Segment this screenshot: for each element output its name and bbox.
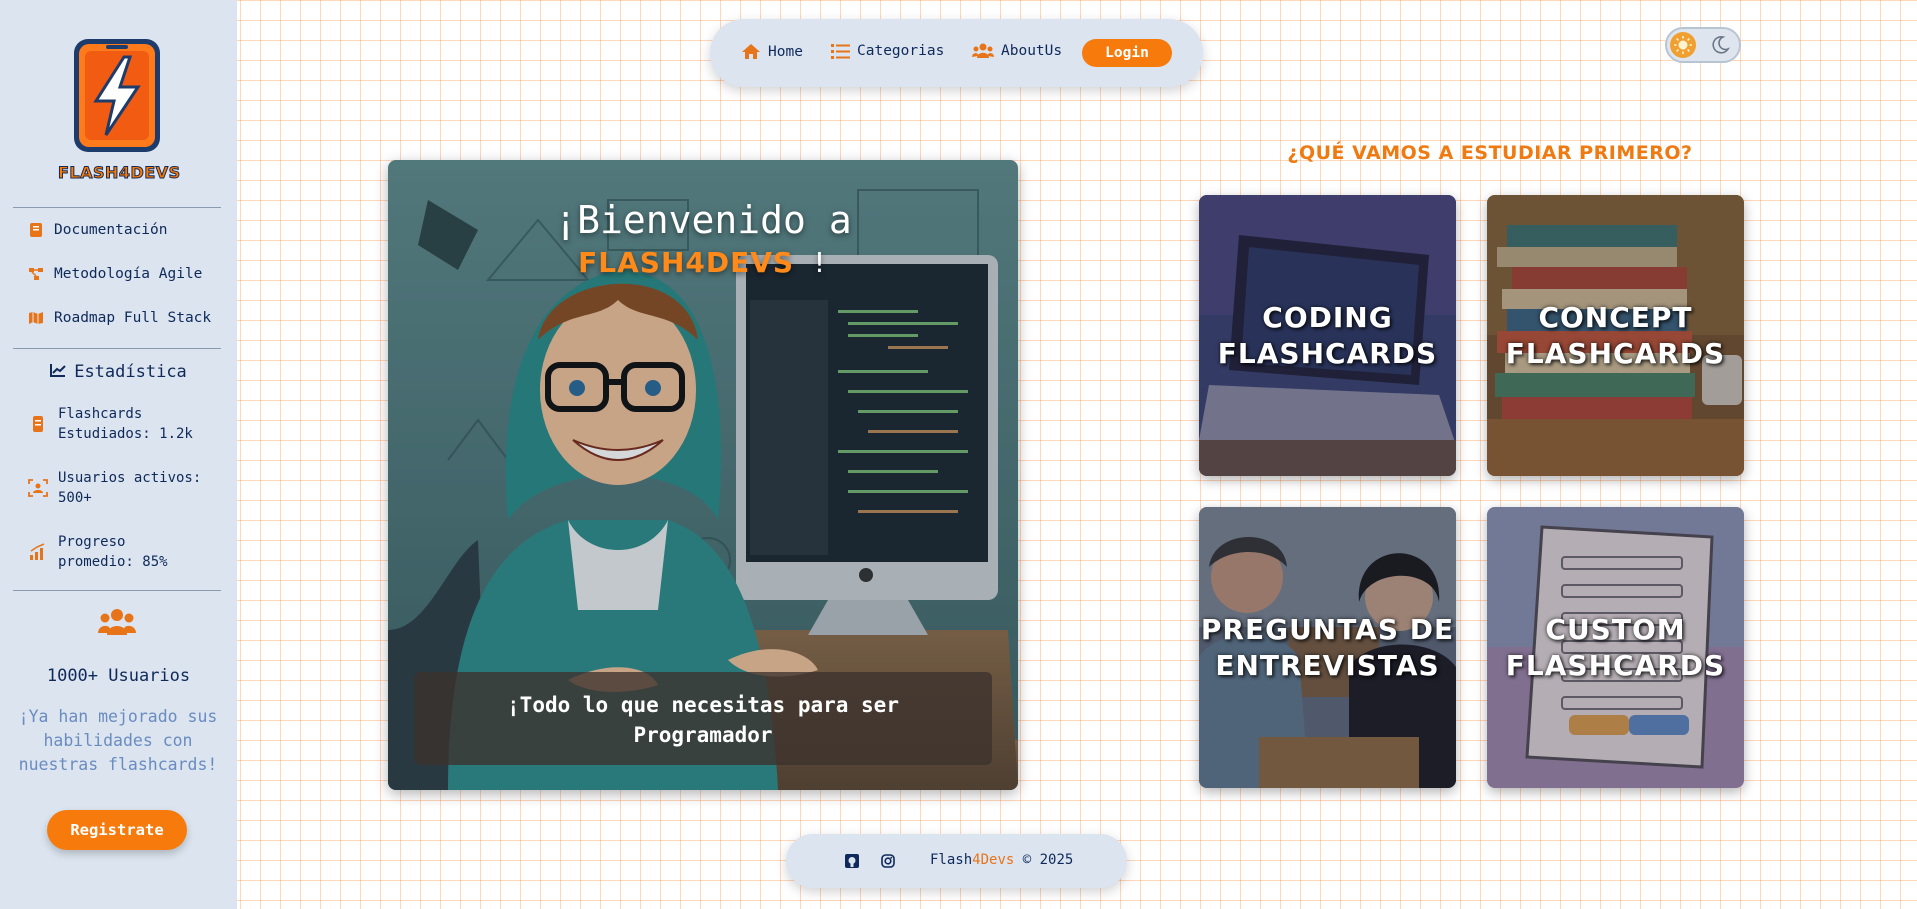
stat-flashcards: Flashcards Estudiados: 1.2k — [28, 404, 208, 444]
card-coding-flashcards[interactable]: CODING FLASHCARDS — [1199, 195, 1456, 476]
nav-categorias[interactable]: Categorias — [831, 43, 944, 59]
card-custom-flashcards[interactable]: CUSTOM FLASHCARDS — [1487, 507, 1744, 788]
sidebar-item-label: Documentación — [54, 222, 168, 238]
sun-icon — [1670, 32, 1696, 58]
hero-title: ¡Bienvenido a — [554, 198, 852, 242]
moon-icon — [1710, 35, 1730, 59]
sidebar-item-metodologia-agile[interactable]: Metodología Agile — [28, 266, 202, 282]
footer: Flash4Devs © 2025 — [786, 834, 1127, 888]
footer-copyright: Flash4Devs © 2025 — [930, 852, 1073, 868]
card-label: CONCEPT FLASHCARDS — [1505, 300, 1726, 370]
home-icon — [741, 43, 761, 60]
card-label: CUSTOM FLASHCARDS — [1505, 612, 1726, 682]
nav-home[interactable]: Home — [741, 43, 803, 60]
github-icon[interactable] — [845, 853, 859, 872]
stat-label: Usuarios activos: 500+ — [58, 470, 202, 506]
divider — [13, 207, 221, 208]
list-icon — [831, 43, 850, 59]
nav-aboutus[interactable]: AboutUs — [972, 43, 1062, 59]
logo-text: FLASH4DEVS — [58, 163, 181, 183]
hero-title-suffix: ! — [794, 246, 828, 279]
footer-brand-a: Flash — [930, 852, 973, 868]
sidebar: FLASH4DEVS Documentación Metodología Agi… — [0, 0, 237, 909]
users-message: ¡Ya han mejorado sus habilidades con nue… — [18, 707, 218, 774]
nav-home-label: Home — [768, 43, 803, 60]
register-button[interactable]: Registrate — [47, 810, 187, 850]
stats-title: Estadística — [74, 362, 187, 382]
workflow-icon — [28, 266, 44, 282]
stats-heading: Estadística — [0, 362, 237, 382]
map-icon — [28, 310, 44, 326]
app-logo[interactable]: FLASH4DEVS — [58, 35, 181, 185]
theme-toggle[interactable] — [1665, 27, 1741, 63]
users-scan-icon — [28, 479, 48, 497]
card-preguntas-entrevistas[interactable]: PREGUNTAS DE ENTREVISTAS — [1199, 507, 1456, 788]
sidebar-item-label: Roadmap Full Stack — [54, 310, 212, 326]
phone-lightning-logo-icon — [74, 39, 160, 152]
line-chart-icon — [50, 362, 66, 382]
nav-aboutus-label: AboutUs — [1001, 43, 1063, 59]
footer-year: © 2025 — [1014, 852, 1074, 868]
top-navbar: Home Categorias AboutUs Login — [710, 19, 1203, 87]
users-icon — [972, 43, 994, 59]
footer-brand-b: 4Devs — [972, 852, 1015, 868]
study-title: ¿QUÉ VAMOS A ESTUDIAR PRIMERO? — [1287, 142, 1693, 164]
cards-icon — [28, 415, 48, 433]
divider — [13, 590, 221, 591]
hero-subtitle-box: ¡Todo lo que necesitas para ser Programa… — [414, 672, 992, 765]
instagram-icon[interactable] — [881, 853, 895, 872]
bar-chart-icon — [28, 543, 48, 561]
card-concept-flashcards[interactable]: CONCEPT FLASHCARDS — [1487, 195, 1744, 476]
users-count: 1000+ Usuarios — [46, 666, 191, 686]
users-group-icon — [98, 608, 136, 640]
hero-brand: FLASH4DEVS — [578, 246, 795, 279]
nav-categorias-label: Categorias — [857, 43, 945, 59]
sidebar-item-label: Metodología Agile — [54, 266, 203, 282]
hero-banner: ¡Bienvenido a FLASH4DEVS ! ¡Todo lo que … — [388, 160, 1018, 790]
book-icon — [28, 222, 44, 238]
card-label: CODING FLASHCARDS — [1217, 300, 1438, 370]
sidebar-item-documentacion[interactable]: Documentación — [28, 222, 168, 238]
stat-label: Progreso promedio: 85% — [58, 534, 168, 570]
stat-label: Flashcards Estudiados: 1.2k — [58, 406, 193, 442]
hero-subtitle: ¡Todo lo que necesitas para ser Programa… — [507, 693, 899, 747]
divider — [13, 348, 221, 349]
sidebar-item-roadmap[interactable]: Roadmap Full Stack — [28, 310, 211, 326]
login-button[interactable]: Login — [1082, 39, 1172, 67]
hero-title-brand-line: FLASH4DEVS ! — [388, 246, 1018, 279]
card-label: PREGUNTAS DE ENTREVISTAS — [1200, 612, 1455, 682]
stat-progreso: Progreso promedio: 85% — [28, 532, 208, 572]
stat-usuarios: Usuarios activos: 500+ — [28, 468, 208, 508]
